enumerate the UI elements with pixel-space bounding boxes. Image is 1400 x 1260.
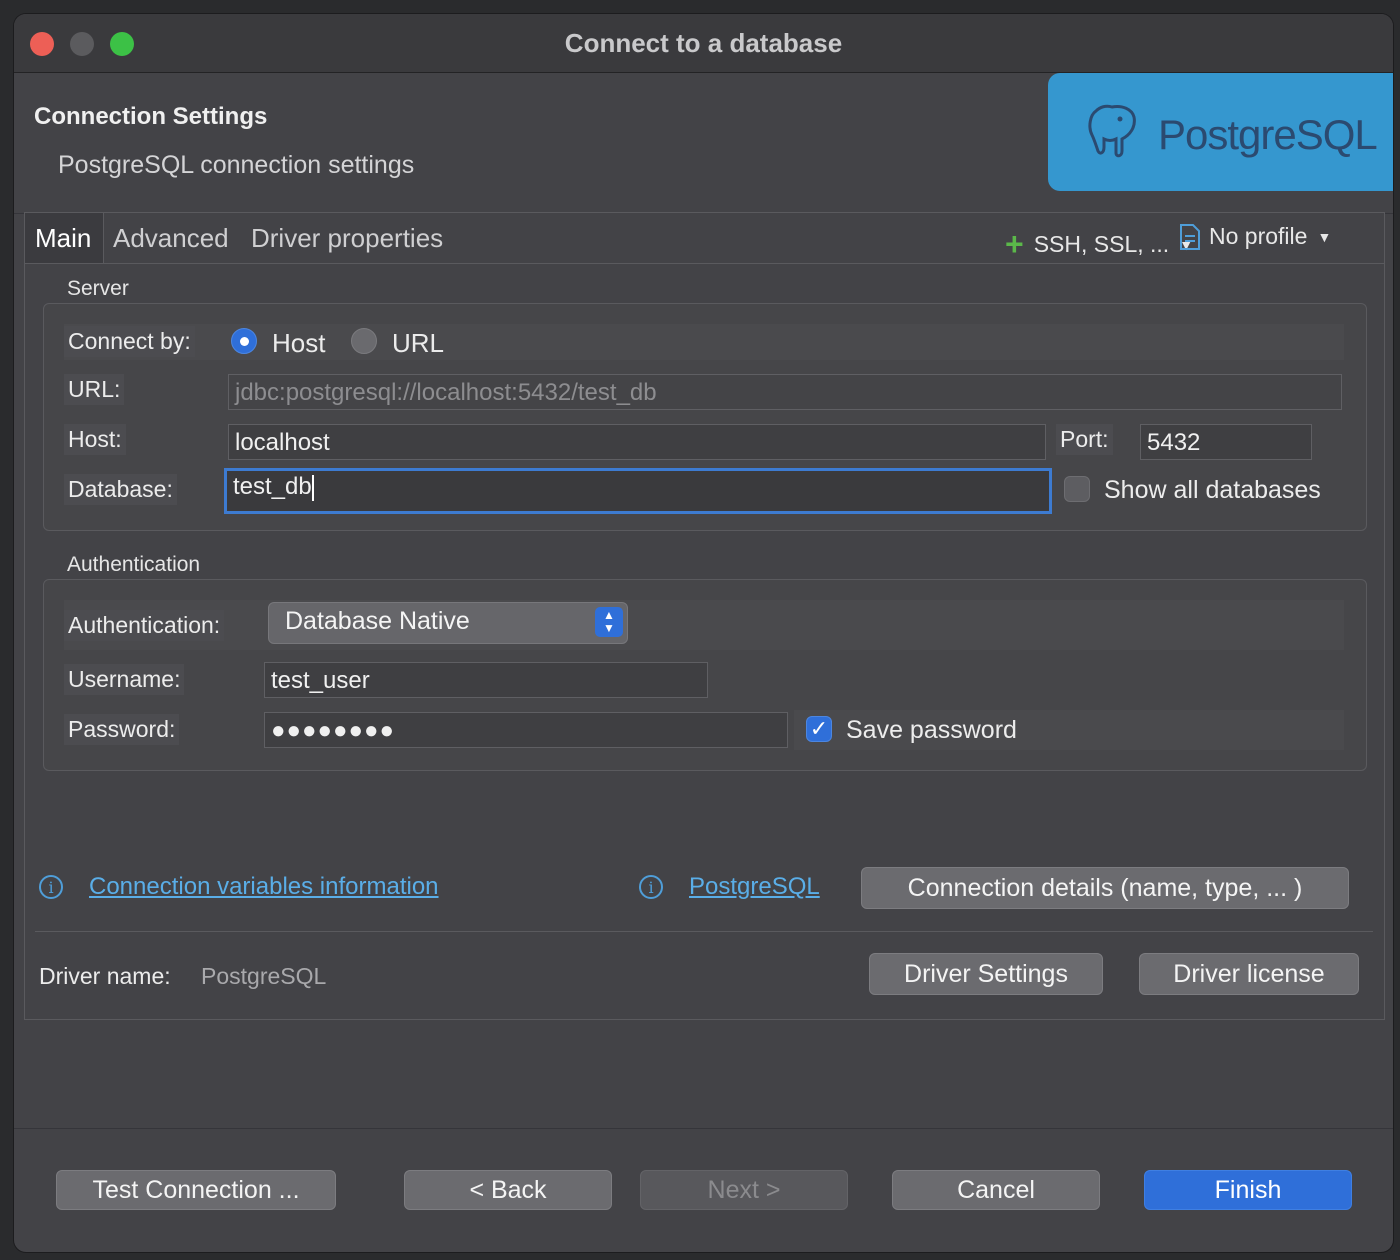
plus-icon: +	[1005, 226, 1024, 262]
show-all-databases-label[interactable]: Show all databases	[1104, 476, 1321, 505]
tab-advanced[interactable]: Advanced	[113, 223, 229, 254]
wizard-header: Connection Settings PostgreSQL connectio…	[14, 73, 1393, 214]
postgresql-logo: PostgreSQL	[1048, 73, 1393, 191]
port-label: Port:	[1056, 424, 1113, 455]
cancel-button[interactable]: Cancel	[892, 1170, 1100, 1210]
database-field[interactable]: test_db	[224, 468, 1052, 514]
back-button[interactable]: < Back	[404, 1170, 612, 1210]
url-field: jdbc:postgresql://localhost:5432/test_db	[228, 374, 1342, 410]
host-radio-label[interactable]: Host	[272, 328, 325, 359]
driver-settings-button[interactable]: Driver Settings	[869, 953, 1103, 995]
port-field[interactable]: 5432	[1140, 424, 1312, 460]
server-group-title: Server	[67, 277, 129, 300]
username-label: Username:	[64, 664, 185, 695]
profile-dropdown[interactable]: No profile ▼	[1180, 223, 1332, 250]
server-group: Connect by: Host URL URL: jdbc:postgresq…	[43, 303, 1367, 531]
connection-variables-link[interactable]: Connection variables information	[89, 873, 439, 901]
url-radio[interactable]	[351, 328, 377, 354]
host-label: Host:	[64, 424, 126, 455]
driver-license-button[interactable]: Driver license	[1139, 953, 1359, 995]
save-password-checkbox[interactable]: ✓	[806, 716, 832, 742]
divider	[35, 931, 1373, 932]
settings-panel: Main Advanced Driver properties + SSH, SS…	[24, 212, 1385, 1020]
page-title: Connection Settings	[34, 103, 268, 130]
logo-text: PostgreSQL	[1158, 111, 1378, 158]
caret-down-icon: ▼	[1317, 229, 1332, 245]
chevron-updown-icon: ▲ ▼	[595, 607, 623, 637]
url-radio-label[interactable]: URL	[392, 328, 444, 359]
tab-main[interactable]: Main	[25, 213, 104, 263]
info-icon: i	[39, 875, 63, 899]
database-label: Database:	[64, 474, 177, 505]
driver-name-value: PostgreSQL	[201, 963, 327, 989]
username-field[interactable]: test_user	[264, 662, 708, 698]
driver-name-label: Driver name:	[39, 963, 171, 989]
title-bar: Connect to a database	[14, 14, 1393, 73]
connect-by-label: Connect by:	[64, 326, 195, 357]
show-all-databases-checkbox[interactable]	[1064, 476, 1090, 502]
tab-bar: Main Advanced Driver properties + SSH, SS…	[25, 213, 1384, 264]
page-subtitle: PostgreSQL connection settings	[58, 151, 415, 179]
auth-group: Authentication: Database Native ▲ ▼ Usern…	[43, 579, 1367, 771]
password-field[interactable]: ●●●●●●●●	[264, 712, 788, 748]
network-config-dropdown[interactable]: + SSH, SSL, ... ▼	[1005, 223, 1193, 262]
connection-details-button[interactable]: Connection details (name, type, ... )	[861, 867, 1349, 909]
window-title: Connect to a database	[564, 28, 843, 58]
auth-row	[64, 600, 1344, 650]
url-label: URL:	[64, 374, 125, 405]
footer-divider	[14, 1128, 1393, 1129]
password-label: Password:	[64, 714, 180, 745]
connect-dialog: Connect to a database Connection Setting…	[14, 14, 1393, 1252]
auth-type-select[interactable]: Database Native ▲ ▼	[268, 602, 628, 644]
finish-button[interactable]: Finish	[1144, 1170, 1352, 1210]
tab-driver-properties[interactable]: Driver properties	[251, 223, 443, 254]
auth-group-title: Authentication	[67, 553, 201, 576]
postgresql-link[interactable]: PostgreSQL	[689, 873, 820, 901]
save-password-label[interactable]: Save password	[846, 716, 1017, 745]
document-icon	[1180, 224, 1200, 250]
elephant-icon	[1088, 104, 1136, 158]
host-radio[interactable]	[231, 328, 257, 354]
info-icon: i	[639, 875, 663, 899]
next-button[interactable]: Next >	[640, 1170, 848, 1210]
test-connection-button[interactable]: Test Connection ...	[56, 1170, 336, 1210]
host-field[interactable]: localhost	[228, 424, 1046, 460]
auth-type-label: Authentication:	[64, 610, 225, 641]
